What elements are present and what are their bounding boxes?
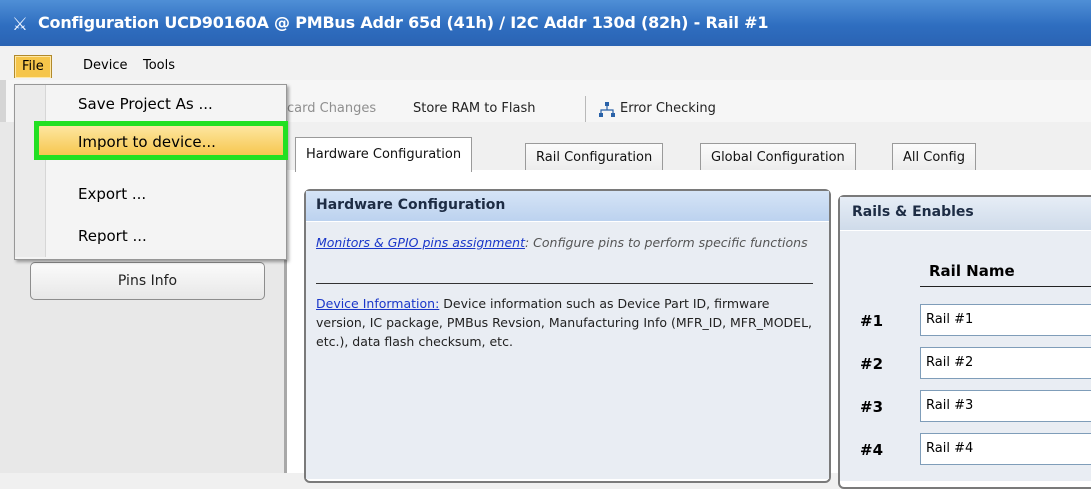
monitors-gpio-desc: : Configure pins to perform specific fun… [524,235,808,250]
rail-number: #1 [860,312,884,330]
rail-name-underline [920,286,1091,287]
rail-number: #3 [860,398,884,416]
menu-tools[interactable]: Tools [136,55,182,77]
device-information-link[interactable]: Device Information: [316,296,439,311]
menu-item-export[interactable]: Export ... [78,185,146,203]
device-information-description: Device Information: Device information s… [316,294,821,351]
menu-device[interactable]: Device [76,55,134,77]
tab-global-configuration[interactable]: Global Configuration [700,143,856,171]
tab-hardware-configuration[interactable]: Hardware Configuration [295,137,473,172]
rail-number: #2 [860,355,884,373]
rails-panel-title: Rails & Enables [852,204,974,220]
window-title: Configuration UCD90160A @ PMBus Addr 65d… [38,13,769,32]
rail-name-value: Rail #2 [926,355,974,370]
discard-changes-button[interactable]: card Changes [287,101,376,116]
tab-rail-configuration[interactable]: Rail Configuration [525,143,664,171]
rail-name-value: Rail #3 [926,398,974,413]
menu-file[interactable]: File [14,55,52,78]
rail-name-value: Rail #1 [926,312,974,327]
menu-item-report[interactable]: Report ... [78,227,147,245]
ti-logo-icon: ⚔ [11,14,29,35]
pins-info-button[interactable]: Pins Info [30,262,265,300]
tab-all-config[interactable]: All Config [892,143,976,171]
import-to-device-annotation-box [34,121,288,160]
toolbar-separator [585,96,586,124]
hardware-panel-divider [316,283,813,284]
store-ram-to-flash-button[interactable]: Store RAM to Flash [413,101,536,116]
rail-number: #4 [860,441,884,459]
hardware-panel-title: Hardware Configuration [316,197,506,213]
network-icon [598,101,616,119]
error-checking-button[interactable]: Error Checking [620,101,716,116]
rail-name-column-header: Rail Name [929,262,1015,280]
monitors-gpio-link[interactable]: Monitors & GPIO pins assignment [316,235,525,250]
menu-item-save-project-as[interactable]: Save Project As ... [78,95,213,113]
rail-name-value: Rail #4 [926,441,974,456]
monitors-gpio-description: Monitors & GPIO pins assignment: Configu… [316,233,811,252]
file-menu-icon-column [15,85,46,257]
